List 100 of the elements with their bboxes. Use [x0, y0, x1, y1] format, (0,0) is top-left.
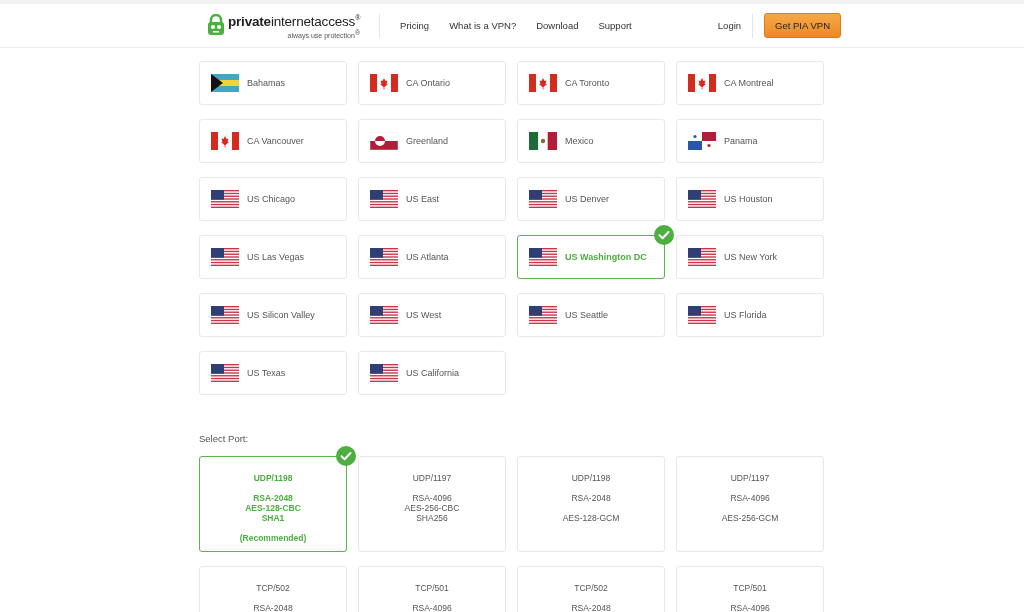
region-name: CA Vancouver: [247, 136, 304, 146]
region-name: US Silicon Valley: [247, 310, 315, 320]
port-detail: TCP/501: [415, 583, 449, 593]
port-option[interactable]: UDP/1197 RSA-4096 AES-256-CBC SHA256: [358, 456, 506, 552]
region-option[interactable]: Bahamas: [199, 61, 347, 105]
port-detail: (Recommended): [239, 533, 307, 543]
region-option[interactable]: US East: [358, 177, 506, 221]
flag-icon: [688, 248, 716, 266]
check-icon: [336, 446, 356, 466]
flag-icon: [370, 74, 398, 92]
region-option[interactable]: US Chicago: [199, 177, 347, 221]
port-option[interactable]: TCP/502 RSA-2048: [199, 566, 347, 612]
port-detail: RSA-4096: [730, 493, 770, 503]
brand-logo-text[interactable]: privateinternetaccess$^{®}$: [228, 11, 361, 29]
flag-icon: [211, 306, 239, 324]
region-name: US Houston: [724, 194, 773, 204]
nav-link[interactable]: Pricing: [390, 20, 440, 31]
region-name: Panama: [724, 136, 758, 146]
flag-icon: [211, 364, 239, 382]
port-detail: RSA-4096 AES-256-CBC SHA256: [404, 493, 460, 523]
flag-icon: [688, 306, 716, 324]
nav-link[interactable]: What is a VPN?: [439, 20, 527, 31]
flag-icon: [529, 248, 557, 266]
get-vpn-button[interactable]: Get PIA VPN: [764, 13, 841, 38]
port-detail: RSA-4096: [412, 603, 452, 612]
port-detail: RSA-2048: [253, 603, 293, 612]
region-option[interactable]: US Houston: [676, 177, 824, 221]
region-option[interactable]: US Silicon Valley: [199, 293, 347, 337]
port-detail: UDP/1197: [730, 473, 770, 483]
nav-link[interactable]: Download: [526, 20, 589, 31]
flag-icon: [370, 364, 398, 382]
port-detail: TCP/502: [574, 583, 608, 593]
flag-icon: [370, 190, 398, 208]
region-name: US Denver: [565, 194, 609, 204]
port-option[interactable]: TCP/501 RSA-4096: [358, 566, 506, 612]
port-detail: UDP/1197: [412, 473, 452, 483]
region-name: CA Montreal: [724, 78, 774, 88]
port-detail: TCP/501: [733, 583, 767, 593]
flag-icon: [529, 132, 557, 150]
region-option[interactable]: US Atlanta: [358, 235, 506, 279]
region-name: Mexico: [565, 136, 594, 146]
region-name: US Seattle: [565, 310, 609, 320]
region-option[interactable]: US Las Vegas: [199, 235, 347, 279]
flag-icon: [211, 190, 239, 208]
region-name: US California: [406, 368, 460, 378]
section-heading: Select Port:: [199, 433, 250, 444]
port-option[interactable]: TCP/502 RSA-2048: [517, 566, 665, 612]
flag-icon: [370, 132, 398, 150]
flag-icon: [688, 190, 716, 208]
region-option[interactable]: US Florida: [676, 293, 824, 337]
port-detail: UDP/1198: [571, 473, 611, 483]
flag-icon: [688, 132, 716, 150]
region-option[interactable]: CA Vancouver: [199, 119, 347, 163]
region-option[interactable]: US Texas: [199, 351, 347, 395]
port-option[interactable]: UDP/1197 RSA-4096 AES-256-GCM: [676, 456, 824, 552]
flag-icon: [211, 74, 239, 92]
padlock-robot-icon: [207, 14, 225, 37]
flag-icon: [529, 306, 557, 324]
login-link[interactable]: Login: [717, 20, 742, 31]
region-option[interactable]: Mexico: [517, 119, 665, 163]
region-option[interactable]: US Seattle: [517, 293, 665, 337]
region-option[interactable]: US West: [358, 293, 506, 337]
region-option[interactable]: CA Toronto: [517, 61, 665, 105]
flag-icon: [211, 248, 239, 266]
region-option[interactable]: Panama: [676, 119, 824, 163]
region-name: Greenland: [406, 136, 449, 146]
region-name: CA Ontario: [406, 78, 451, 88]
region-option[interactable]: US New York: [676, 235, 824, 279]
port-option[interactable]: TCP/501 RSA-4096: [676, 566, 824, 612]
port-detail: TCP/502: [256, 583, 290, 593]
port-detail: UDP/1198: [253, 473, 293, 483]
port-option[interactable]: UDP/1198 RSA-2048 AES-128-GCM: [517, 456, 665, 552]
port-detail: RSA-2048: [571, 493, 611, 503]
region-option[interactable]: Greenland: [358, 119, 506, 163]
region-name: US East: [406, 194, 439, 204]
region-name: CA Toronto: [565, 78, 610, 88]
flag-icon: [529, 74, 557, 92]
region-name: US Washington DC: [565, 252, 647, 262]
region-name: US Atlanta: [406, 252, 449, 262]
port-detail: AES-128-GCM: [562, 513, 620, 523]
check-icon: [654, 225, 674, 245]
region-option[interactable]: CA Montreal: [676, 61, 824, 105]
flag-icon: [688, 74, 716, 92]
region-option[interactable]: US Denver: [517, 177, 665, 221]
region-name: Bahamas: [247, 78, 286, 88]
port-detail: RSA-4096: [730, 603, 770, 612]
flag-icon: [529, 190, 557, 208]
region-name: US Texas: [247, 368, 286, 378]
port-detail: RSA-2048 AES-128-CBC SHA1: [245, 493, 301, 523]
region-name: US New York: [724, 252, 778, 262]
flag-icon: [370, 248, 398, 266]
region-option[interactable]: CA Ontario: [358, 61, 506, 105]
port-detail: AES-256-GCM: [721, 513, 779, 523]
region-name: US Florida: [724, 310, 767, 320]
region-name: US Las Vegas: [247, 252, 305, 262]
flag-icon: [370, 306, 398, 324]
nav-link[interactable]: Support: [588, 20, 642, 31]
region-name: US Chicago: [247, 194, 296, 204]
region-option[interactable]: US California: [358, 351, 506, 395]
region-name: US West: [406, 310, 442, 320]
